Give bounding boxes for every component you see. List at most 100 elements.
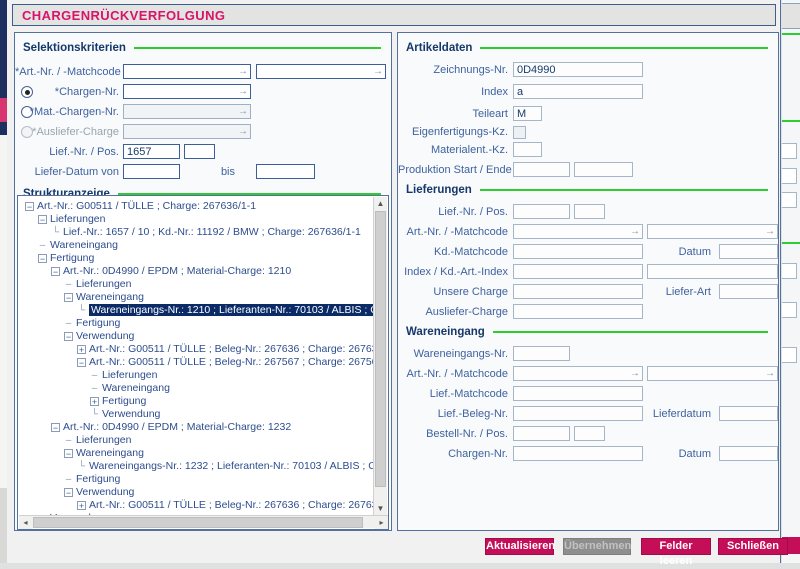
index-field[interactable]: [513, 264, 643, 279]
tree-horizontal-scrollbar[interactable]: ◂ ▸: [19, 515, 388, 528]
tree-item-label[interactable]: Wareneingang: [76, 291, 144, 303]
lief-pos-input[interactable]: [184, 144, 215, 159]
tree-item[interactable]: └Wareneingangs-Nr.: 1210 ; Lieferanten-N…: [19, 304, 375, 317]
collapse-icon[interactable]: −: [25, 202, 34, 211]
liefer-art-field[interactable]: [719, 284, 778, 299]
scroll-left-icon[interactable]: ◂: [19, 516, 32, 529]
tree-item[interactable]: −Lieferungen: [19, 213, 375, 226]
collapse-icon[interactable]: −: [51, 267, 60, 276]
produktion-ende-field[interactable]: [574, 162, 633, 177]
tree-vertical-scrollbar[interactable]: ▲ ▼: [373, 197, 387, 515]
tree-item-label[interactable]: Art.-Nr.: 0D4990 / EPDM ; Material-Charg…: [63, 265, 291, 277]
vertical-scroll-thumb[interactable]: [375, 211, 386, 487]
expand-icon[interactable]: +: [77, 345, 86, 354]
tree-item[interactable]: −Art.-Nr.: G00511 / TÜLLE ; Charge: 2676…: [19, 200, 375, 213]
kd-art-index-field[interactable]: [647, 264, 778, 279]
collapse-icon[interactable]: −: [64, 332, 73, 341]
tree-item[interactable]: –Lieferungen: [19, 278, 375, 291]
tree-item-label[interactable]: Fertigung: [76, 473, 120, 485]
tree-item[interactable]: +Fertigung: [19, 395, 375, 408]
collapse-icon[interactable]: −: [64, 488, 73, 497]
index-field[interactable]: a: [513, 84, 643, 99]
lieferdatum-field[interactable]: [719, 406, 778, 421]
tree-item[interactable]: −Art.-Nr.: 0D4990 / EPDM ; Material-Char…: [19, 421, 375, 434]
tree-item-label[interactable]: Verwendung: [102, 408, 160, 420]
expand-icon[interactable]: +: [90, 397, 99, 406]
tree-item[interactable]: +Art.-Nr.: G00511 / TÜLLE ; Beleg-Nr.: 2…: [19, 343, 375, 356]
tree-item-label[interactable]: Art.-Nr.: 0D4990 / EPDM ; Material-Charg…: [63, 421, 291, 433]
matchcode-input[interactable]: →: [256, 64, 386, 79]
bestell-nr-field[interactable]: [513, 426, 570, 441]
tree-item[interactable]: −Verwendung: [19, 486, 375, 499]
tree-item-label[interactable]: Art.-Nr.: G00511 / TÜLLE ; Beleg-Nr.: 26…: [89, 343, 375, 355]
tree-item-label[interactable]: Wareneingang: [102, 382, 170, 394]
aktualisieren-button[interactable]: Aktualisieren: [485, 538, 554, 555]
tree-item-label[interactable]: Wareneingang: [50, 239, 118, 251]
eigenfertigungs-kz-checkbox[interactable]: [513, 126, 526, 139]
ausliefer-charge-field[interactable]: [513, 304, 643, 319]
teileart-field[interactable]: M: [513, 106, 542, 121]
lookup-arrow-icon[interactable]: →: [238, 66, 248, 77]
tree-item[interactable]: –Wareneingang: [19, 239, 375, 252]
tree-item-label[interactable]: Lieferungen: [50, 213, 105, 225]
datum-field[interactable]: [719, 244, 778, 259]
schliessen-button[interactable]: Schließen: [718, 538, 788, 555]
horizontal-scroll-thumb[interactable]: [33, 517, 363, 528]
lief-pos-field[interactable]: [574, 204, 605, 219]
datum-field[interactable]: [719, 446, 778, 461]
art-nr-field[interactable]: →: [513, 224, 643, 239]
tree-item-label[interactable]: Art.-Nr.: G00511 / TÜLLE ; Beleg-Nr.: 26…: [89, 356, 375, 368]
tree-item[interactable]: −Fertigung: [19, 252, 375, 265]
tree-item[interactable]: –Lieferungen: [19, 434, 375, 447]
tree-item-label[interactable]: Wareneingangs-Nr.: 1210 ; Lieferanten-Nr…: [89, 304, 375, 316]
materialent-kz-field[interactable]: [513, 142, 542, 157]
tree-item-label[interactable]: Fertigung: [102, 395, 146, 407]
scroll-right-icon[interactable]: ▸: [375, 516, 388, 529]
lookup-arrow-icon[interactable]: →: [373, 66, 383, 77]
scroll-down-icon[interactable]: ▼: [374, 502, 387, 515]
tree-item-label[interactable]: Wareneingangs-Nr.: 1232 ; Lieferanten-Nr…: [89, 460, 375, 472]
bestell-pos-field[interactable]: [574, 426, 605, 441]
collapse-icon[interactable]: −: [51, 423, 60, 432]
tree-item[interactable]: └Wareneingangs-Nr.: 1232 ; Lieferanten-N…: [19, 460, 375, 473]
collapse-icon[interactable]: −: [64, 293, 73, 302]
tree-item-label[interactable]: Fertigung: [50, 252, 94, 264]
matchcode-field[interactable]: →: [647, 366, 778, 381]
felder-leeren-button[interactable]: Felder leeren: [641, 538, 711, 555]
lief-nr-input[interactable]: 1657: [123, 144, 180, 159]
tree-item[interactable]: +Art.-Nr.: G00511 / TÜLLE ; Beleg-Nr.: 2…: [19, 499, 375, 512]
produktion-start-field[interactable]: [513, 162, 570, 177]
lief-matchcode-field[interactable]: [513, 386, 643, 401]
collapse-icon[interactable]: −: [38, 215, 47, 224]
uebernehmen-button[interactable]: Übernehmen: [563, 538, 631, 555]
scroll-up-icon[interactable]: ▲: [374, 197, 387, 210]
tree-item[interactable]: └Verwendung: [19, 408, 375, 421]
tree-item[interactable]: −Wareneingang: [19, 291, 375, 304]
structure-tree[interactable]: −Art.-Nr.: G00511 / TÜLLE ; Charge: 2676…: [19, 197, 375, 518]
tree-item-label[interactable]: Lief.-Nr.: 1657 / 10 ; Kd.-Nr.: 11192 / …: [63, 226, 361, 238]
tree-item-label[interactable]: Lieferungen: [102, 369, 157, 381]
tree-item[interactable]: –Fertigung: [19, 317, 375, 330]
expand-icon[interactable]: +: [77, 501, 86, 510]
collapse-icon[interactable]: −: [38, 254, 47, 263]
tree-item[interactable]: −Art.-Nr.: G00511 / TÜLLE ; Beleg-Nr.: 2…: [19, 356, 375, 369]
zeichnungs-nr-field[interactable]: 0D4990: [513, 62, 643, 77]
tree-item-label[interactable]: Lieferungen: [76, 434, 131, 446]
tree-item[interactable]: −Verwendung: [19, 330, 375, 343]
tree-item[interactable]: –Lieferungen: [19, 369, 375, 382]
lief-nr-field[interactable]: [513, 204, 570, 219]
tree-item[interactable]: └Lief.-Nr.: 1657 / 10 ; Kd.-Nr.: 11192 /…: [19, 226, 375, 239]
tree-item-label[interactable]: Verwendung: [76, 330, 134, 342]
tree-item[interactable]: −Wareneingang: [19, 447, 375, 460]
art-nr-field[interactable]: →: [513, 366, 643, 381]
liefer-datum-bis-input[interactable]: [256, 164, 315, 179]
tree-item-label[interactable]: Wareneingang: [76, 447, 144, 459]
lookup-arrow-icon[interactable]: →: [238, 86, 248, 97]
collapse-icon[interactable]: −: [77, 358, 86, 367]
tree-item-label[interactable]: Lieferungen: [76, 278, 131, 290]
art-nr-input[interactable]: →: [123, 64, 251, 79]
chargen-nr-input[interactable]: →: [123, 84, 251, 99]
tree-item-label[interactable]: Art.-Nr.: G00511 / TÜLLE ; Charge: 26763…: [37, 200, 256, 212]
matchcode-field[interactable]: →: [647, 224, 778, 239]
tree-item[interactable]: −Art.-Nr.: 0D4990 / EPDM ; Material-Char…: [19, 265, 375, 278]
